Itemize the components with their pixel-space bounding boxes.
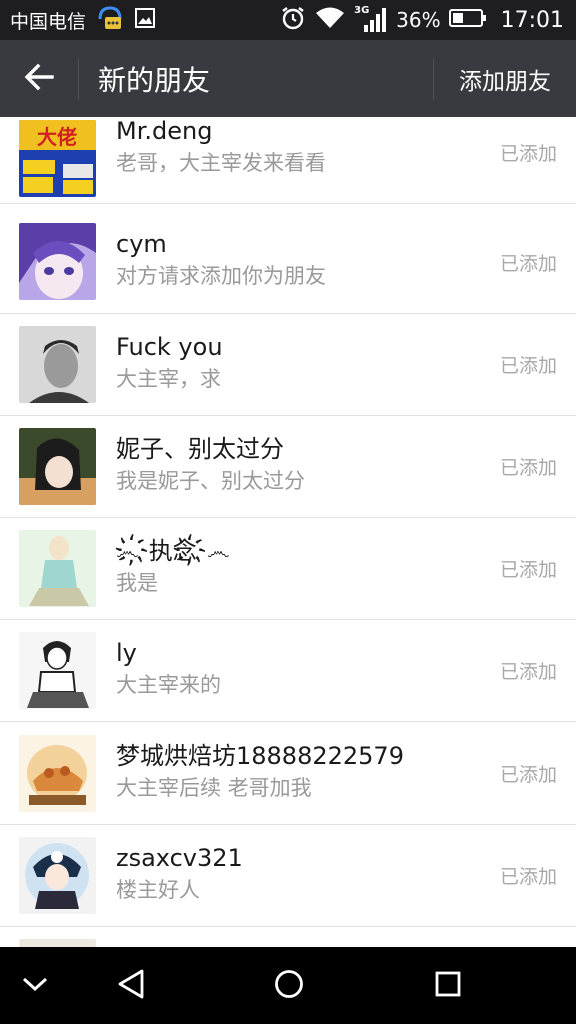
friend-request-row[interactable]: 大佬 Mr.deng 老哥，大主宰发来看看 已添加 [0, 117, 576, 204]
request-name: ly [116, 639, 137, 667]
back-button[interactable] [0, 40, 78, 117]
partial-avatar [19, 939, 96, 947]
request-message: 大主宰后续 老哥加我 [116, 776, 312, 800]
request-name: zsaxcv321 [116, 844, 243, 872]
request-message: 大主宰来的 [116, 673, 221, 697]
carrier-label: 中国电信 [10, 10, 87, 33]
alarm-icon [280, 5, 306, 35]
request-name: 梦城烘焙坊18888222579 [116, 742, 404, 770]
status-added: 已添加 [499, 143, 557, 165]
friend-request-row[interactable]: ly 大主宰来的 已添加 [0, 620, 576, 722]
request-name: 妮子、别太过分 [116, 435, 284, 463]
chat-notification-icon [96, 5, 124, 35]
friend-request-row[interactable]: 梦城烘焙坊18888222579 大主宰后续 老哥加我 已添加 [0, 723, 576, 825]
friend-request-row-partial[interactable] [0, 927, 576, 947]
svg-text:大佬: 大佬 [37, 125, 77, 149]
friend-request-row[interactable]: Fuck you 大主宰，求 已添加 [0, 314, 576, 416]
status-added: 已添加 [499, 457, 557, 479]
sketch-avatar[interactable] [19, 530, 96, 607]
arrow-left-icon [24, 63, 54, 95]
status-added: 已添加 [499, 355, 557, 377]
signal-icon: 3G [354, 5, 388, 33]
nav-recents-button[interactable] [413, 947, 483, 1024]
request-message: 老哥，大主宰发来看看 [116, 151, 326, 175]
status-added: 已添加 [499, 252, 557, 275]
home-circle-icon [273, 968, 305, 1004]
status-bar: 中国电信 3G 36% 17:01 [0, 0, 576, 40]
bakery-logo-avatar[interactable] [19, 735, 96, 812]
app-bar: 新的朋友 添加朋友 [0, 40, 576, 117]
status-added: 已添加 [499, 866, 557, 888]
request-name: Fuck you [116, 333, 223, 361]
request-name: cym [116, 230, 167, 258]
anime-girl-avatar[interactable] [19, 223, 96, 300]
status-added: 已添加 [499, 559, 557, 581]
request-name: Mr.deng [116, 117, 213, 145]
chibi-avatar[interactable] [19, 837, 96, 914]
request-message: 对方请求添加你为朋友 [116, 264, 326, 288]
recents-square-icon [433, 969, 463, 1003]
back-triangle-icon [116, 968, 146, 1004]
system-nav-bar [0, 947, 576, 1024]
nav-home-button[interactable] [254, 947, 324, 1024]
friend-request-list: 大佬 Mr.deng 老哥，大主宰发来看看 已添加 cym 对方请求添加你为朋友… [0, 117, 576, 947]
request-message: 大主宰，求 [116, 367, 221, 391]
request-name: ෴҉执念҉෴ [116, 537, 230, 565]
hide-nav-button[interactable] [0, 947, 70, 1024]
request-message: 我是妮子、别太过分 [116, 469, 305, 493]
nav-back-button[interactable] [96, 947, 166, 1024]
poster-avatar[interactable]: 大佬 [19, 120, 96, 197]
friend-request-row[interactable]: 妮子、别太过分 我是妮子、别太过分 已添加 [0, 416, 576, 518]
battery-icon [448, 8, 487, 32]
photo-avatar[interactable] [19, 326, 96, 403]
request-message: 楼主好人 [116, 878, 200, 902]
anime-avatar[interactable] [19, 428, 96, 505]
page-title: 新的朋友 [98, 63, 211, 97]
image-icon [134, 7, 156, 33]
friend-request-row[interactable]: ෴҉执念҉෴ 我是 已添加 [0, 518, 576, 620]
manga-avatar[interactable] [19, 632, 96, 709]
add-friend-button[interactable]: 添加朋友 [434, 40, 576, 117]
wifi-icon [314, 6, 346, 34]
friend-request-row[interactable]: zsaxcv321 楼主好人 已添加 [0, 825, 576, 927]
clock: 17:01 [500, 7, 564, 33]
battery-percent: 36% [396, 8, 441, 32]
friend-request-row[interactable]: cym 对方请求添加你为朋友 已添加 [0, 211, 576, 314]
chevron-down-icon [21, 975, 49, 997]
status-added: 已添加 [499, 661, 557, 683]
request-message: 我是 [116, 571, 158, 595]
status-added: 已添加 [499, 764, 557, 786]
